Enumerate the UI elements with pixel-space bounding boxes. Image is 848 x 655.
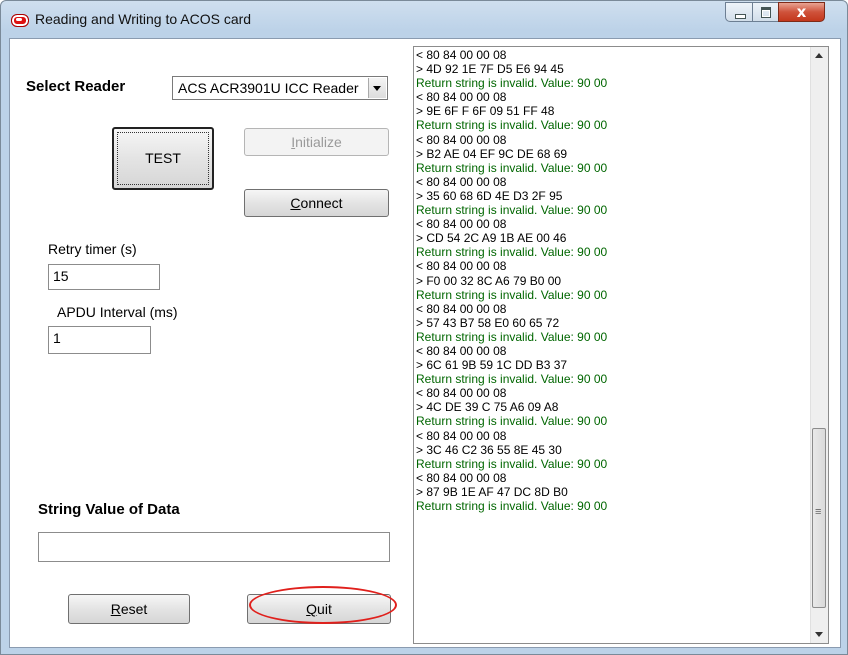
select-reader-label: Select Reader (26, 78, 126, 95)
log-command-line: < 80 84 00 00 08 (416, 343, 507, 358)
log-command-line: < 80 84 00 00 08 (416, 301, 507, 316)
log-command-line: > 9E 6F F 6F 09 51 FF 48 (416, 104, 555, 119)
log-command-line: > B2 AE 04 EF 9C DE 68 69 (416, 146, 568, 161)
log-command-line: > 57 43 B7 58 E0 60 65 72 (416, 315, 560, 330)
log-response-line: Return string is invalid. Value: 90 00 (416, 160, 608, 175)
scroll-down-icon[interactable] (811, 626, 828, 643)
close-button[interactable]: x (778, 2, 825, 22)
title-bar[interactable]: Reading and Writing to ACOS card x (1, 1, 847, 37)
initialize-button: Initialize (244, 128, 389, 156)
log-response-line: Return string is invalid. Value: 90 00 (416, 203, 608, 218)
log-command-line: > 4C DE 39 C 75 A6 09 A8 (416, 400, 559, 415)
apdu-interval-label: APDU Interval (ms) (57, 304, 178, 320)
log-response-line: Return string is invalid. Value: 90 00 (416, 414, 608, 429)
log-command-line: > F0 00 32 8C A6 79 B0 00 (416, 273, 562, 288)
scroll-thumb[interactable] (812, 428, 826, 608)
log-response-line: Return string is invalid. Value: 90 00 (416, 118, 608, 133)
log-command-line: < 80 84 00 00 08 (416, 428, 507, 443)
maximize-button[interactable] (752, 2, 779, 22)
client-area: Select Reader ACS ACR3901U ICC Reader TE… (9, 38, 841, 648)
log-command-line: < 80 84 00 00 08 (416, 386, 507, 401)
quit-button[interactable]: Quit (247, 594, 391, 624)
log-response-line: Return string is invalid. Value: 90 00 (416, 499, 608, 513)
log-command-line: < 80 84 00 00 08 (416, 90, 507, 105)
apdu-log: < 80 84 00 00 08 > 4D 92 1E 7F D5 E6 94 4… (416, 48, 808, 642)
log-command-line: > CD 54 2C A9 1B AE 00 46 (416, 231, 567, 246)
minimize-button[interactable] (725, 2, 753, 22)
retry-timer-label: Retry timer (s) (48, 241, 137, 257)
test-button[interactable]: TEST (112, 127, 214, 190)
log-command-line: < 80 84 00 00 08 (416, 470, 507, 485)
retry-timer-input[interactable]: 15 (48, 264, 160, 290)
log-command-line: < 80 84 00 00 08 (416, 174, 507, 189)
close-icon: x (796, 3, 807, 21)
apdu-interval-input[interactable]: 1 (48, 326, 151, 354)
reader-select-value: ACS ACR3901U ICC Reader (178, 80, 359, 96)
log-response-line: Return string is invalid. Value: 90 00 (416, 456, 608, 471)
log-command-line: < 80 84 00 00 08 (416, 259, 507, 274)
string-value-label: String Value of Data (38, 501, 180, 518)
string-value-input[interactable] (38, 532, 390, 562)
log-command-line: < 80 84 00 00 08 (416, 132, 507, 147)
log-response-line: Return string is invalid. Value: 90 00 (416, 329, 608, 344)
log-command-line: > 3C 46 C2 36 55 8E 45 30 (416, 442, 562, 457)
log-response-line: Return string is invalid. Value: 90 00 (416, 372, 608, 387)
log-command-line: > 87 9B 1E AF 47 DC 8D B0 (416, 484, 568, 499)
log-response-line: Return string is invalid. Value: 90 00 (416, 287, 608, 302)
chevron-down-icon[interactable] (368, 78, 386, 98)
reader-select[interactable]: ACS ACR3901U ICC Reader (172, 76, 388, 100)
log-command-line: > 35 60 68 6D 4E D3 2F 95 (416, 188, 563, 203)
log-response-line: Return string is invalid. Value: 90 00 (416, 76, 608, 91)
scroll-up-icon[interactable] (811, 47, 828, 64)
log-response-line: Return string is invalid. Value: 90 00 (416, 245, 608, 260)
log-command-line: < 80 84 00 00 08 (416, 217, 507, 232)
window-title: Reading and Writing to ACOS card (35, 11, 252, 27)
app-window: Reading and Writing to ACOS card x Selec… (0, 0, 848, 655)
log-command-line: > 4D 92 1E 7F D5 E6 94 45 (416, 62, 564, 77)
reset-button[interactable]: Reset (68, 594, 190, 624)
log-command-line: > 6C 61 9B 59 1C DD B3 37 (416, 358, 568, 373)
connect-button[interactable]: Connect (244, 189, 389, 217)
apdu-log-textbox[interactable]: < 80 84 00 00 08 > 4D 92 1E 7F D5 E6 94 4… (413, 46, 829, 644)
log-vertical-scrollbar[interactable] (810, 47, 828, 643)
app-logo-icon (11, 14, 29, 27)
log-command-line: < 80 84 00 00 08 (416, 48, 507, 62)
